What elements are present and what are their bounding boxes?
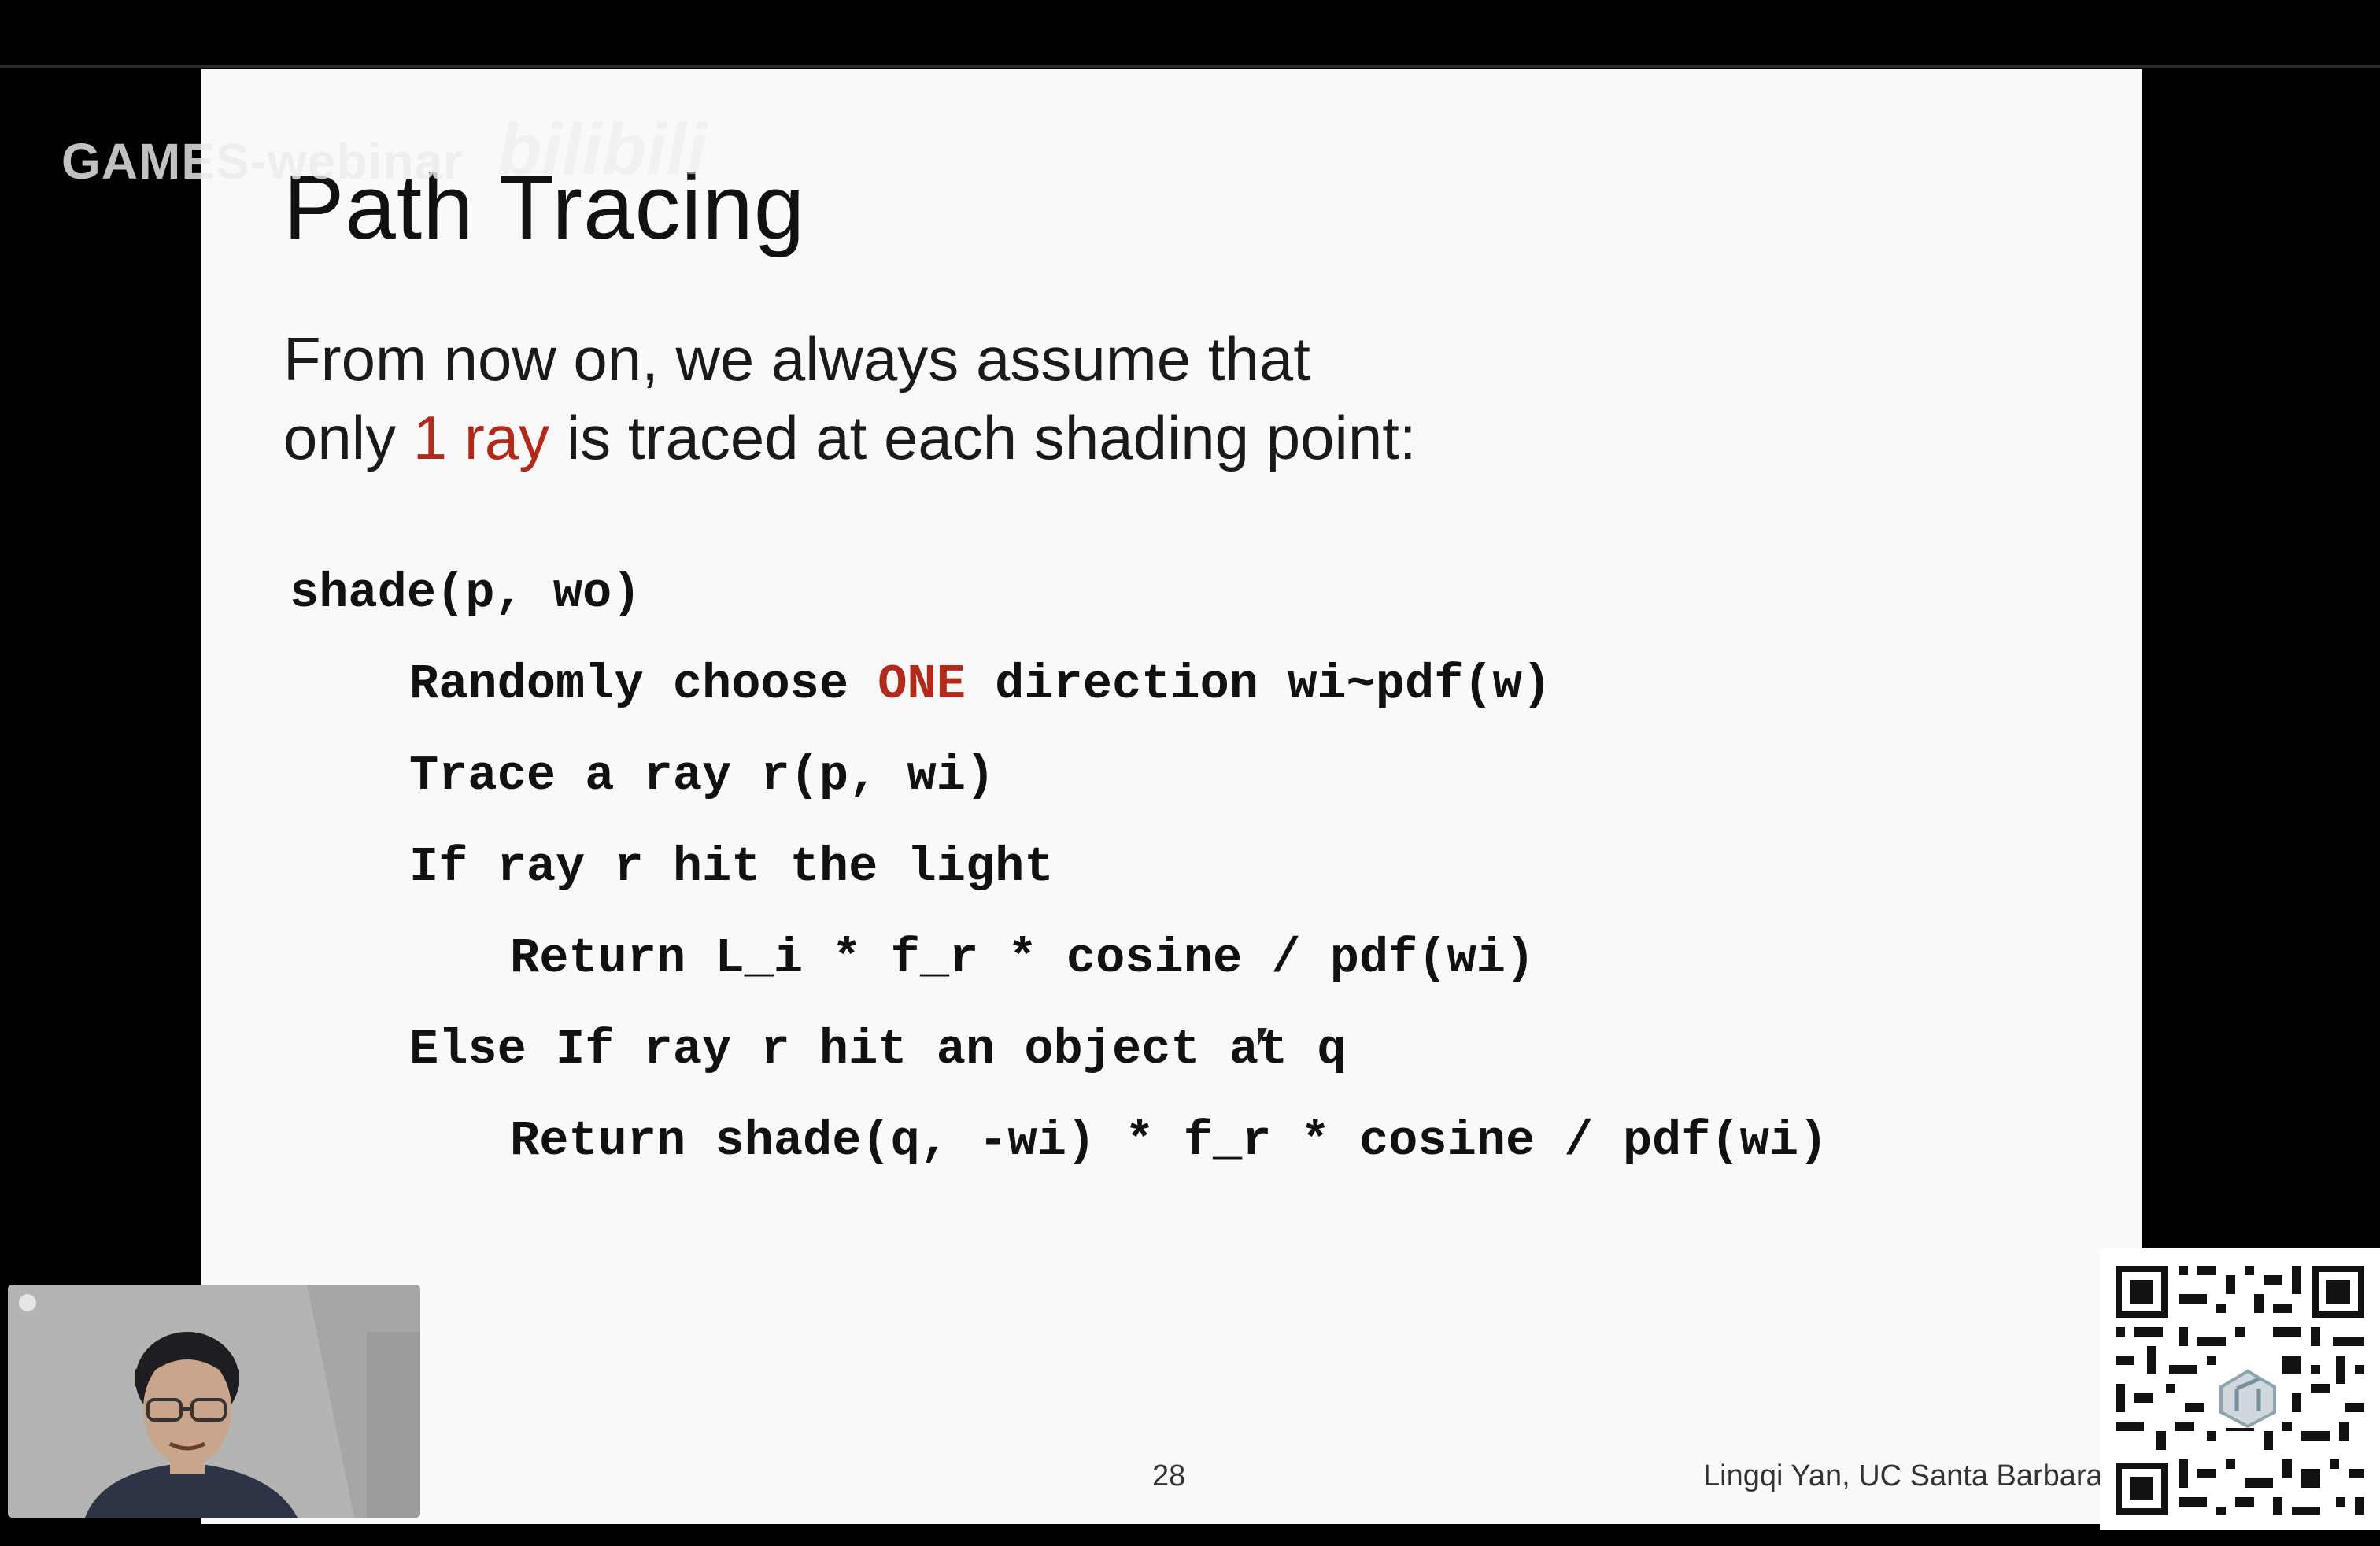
intro-line-1: From now on, we always assume that [283, 324, 1310, 394]
intro-line-2-start: only [283, 403, 413, 472]
code-line-1: shade(p, wo) [290, 565, 641, 621]
qr-code-icon [2100, 1248, 2380, 1530]
code-line-6: Else If ray r hit an object at q [409, 1022, 1347, 1078]
intro-text: From now on, we always assume that only … [283, 320, 1417, 477]
author-credit: Lingqi Yan, UC Santa Barbara [1703, 1459, 2103, 1492]
code-line-3: Trace a ray r(p, wi) [409, 748, 996, 804]
intro-line-2: only 1 ray is traced at each shading poi… [283, 398, 1417, 477]
code-line-2-start: Randomly choose [409, 656, 878, 712]
top-divider [0, 65, 2380, 68]
code-line-5: Return L_i * f_r * cosine / pdf(wi) [510, 930, 1536, 986]
code-line-2: Randomly choose ONE direction wi~pdf(w) [409, 656, 1551, 713]
code-line-2-end: direction wi~pdf(w) [965, 656, 1552, 712]
slide: Path Tracing From now on, we always assu… [201, 69, 2142, 1524]
code-line-4: If ray r hit the light [409, 839, 1054, 895]
page-number: 28 [1152, 1459, 1186, 1492]
presenter-avatar [8, 1285, 420, 1518]
mouse-cursor-icon [1258, 1028, 1275, 1047]
code-keyword-one: ONE [878, 656, 966, 712]
intro-highlight: 1 ray [412, 403, 550, 472]
code-line-7: Return shade(q, -wi) * f_r * cosine / pd… [510, 1113, 1828, 1169]
qr-code [2100, 1248, 2380, 1530]
webcam-indicator-icon [19, 1294, 36, 1311]
bilibili-logo: bilibili [497, 109, 707, 190]
watermark-text: GAMES-webinar [61, 133, 464, 190]
top-bar [0, 0, 2380, 65]
intro-line-2-end: is traced at each shading point: [549, 403, 1417, 472]
webcam-video [8, 1285, 420, 1518]
